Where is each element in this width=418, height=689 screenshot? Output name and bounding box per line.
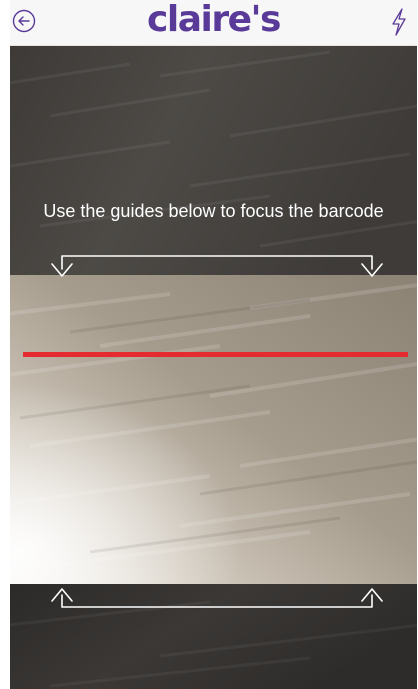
camera-feed (10, 46, 417, 689)
scan-instruction-text: Use the guides below to focus the barcod… (43, 201, 384, 221)
barcode-scanner-screen: claire's Use the guides below to focus t… (0, 0, 418, 689)
back-arrow-icon[interactable] (12, 9, 36, 33)
scan-line (23, 352, 408, 357)
claires-logo: claire's (147, 0, 281, 40)
camera-viewfinder: Use the guides below to focus the barcod… (10, 46, 417, 689)
flash-icon[interactable] (391, 8, 407, 36)
app-header: claire's (10, 0, 417, 46)
